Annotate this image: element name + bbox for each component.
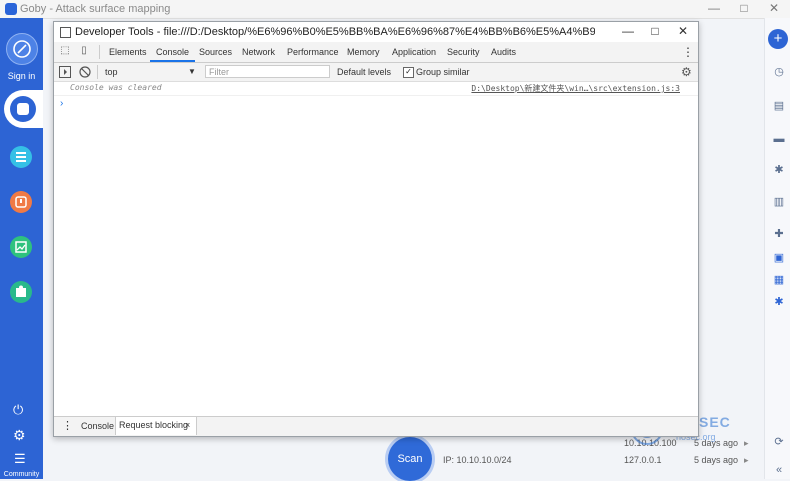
tab-elements[interactable]: Elements bbox=[109, 42, 147, 62]
close-icon[interactable]: × bbox=[185, 417, 190, 434]
sidebar-item-scan-tab[interactable] bbox=[4, 90, 43, 128]
host-time: 5 days ago bbox=[694, 455, 739, 465]
context-value: top bbox=[105, 67, 118, 77]
group-similar-label[interactable]: Group similar bbox=[416, 64, 470, 80]
group-similar-checkbox[interactable]: ✓ bbox=[403, 67, 414, 78]
drawer-tab-console[interactable]: Console bbox=[76, 418, 119, 435]
tab-console[interactable]: Console bbox=[150, 42, 196, 62]
tab-network[interactable]: Network bbox=[242, 42, 275, 62]
left-sidebar: Sign in ⏻ ⚙ ☰ Community bbox=[0, 18, 43, 479]
context-selector[interactable]: top ▼ bbox=[102, 64, 197, 80]
app-title: Goby - Attack surface mapping bbox=[20, 3, 171, 15]
menu-icon[interactable]: ☰ bbox=[14, 451, 26, 467]
devtools-titlebar: Developer Tools - file:///D:/Desktop/%E6… bbox=[54, 22, 698, 42]
book-icon[interactable]: ▣ bbox=[771, 252, 787, 264]
device-toolbar-icon[interactable]: ▯ bbox=[79, 46, 89, 56]
sidebar-item-reports[interactable] bbox=[10, 236, 32, 258]
console-source-link[interactable]: D:\Desktop\新建文件夹\win…\src\extension.js:3 bbox=[471, 83, 680, 94]
chevron-down-icon: ▼ bbox=[188, 67, 196, 76]
refresh-icon[interactable]: ⟳ bbox=[771, 436, 787, 448]
app-titlebar: Goby - Attack surface mapping — □ ✕ bbox=[0, 0, 790, 19]
puzzle-icon bbox=[16, 285, 26, 297]
vuln-bug-icon[interactable]: ✱ bbox=[771, 296, 787, 308]
window-close-button[interactable]: ✕ bbox=[766, 1, 782, 17]
console-toolbar: top ▼ Filter Default levels ▼ ✓ Group si… bbox=[54, 63, 698, 82]
devtools-window: Developer Tools - file:///D:/Desktop/%E6… bbox=[53, 21, 699, 437]
window-minimize-button[interactable]: — bbox=[706, 1, 722, 17]
log-levels-label: Default levels bbox=[337, 67, 392, 77]
community-label[interactable]: Community bbox=[0, 471, 43, 478]
host-chevron-icon[interactable]: ▸ bbox=[744, 438, 749, 449]
add-task-button[interactable]: + bbox=[768, 29, 788, 49]
console-prompt-icon[interactable]: › bbox=[60, 98, 63, 109]
sidebar-item-vulnerabilities[interactable] bbox=[10, 191, 32, 213]
ip-range-label: IP: 10.10.10.0/24 bbox=[443, 455, 512, 465]
devtools-maximize-button[interactable]: □ bbox=[647, 24, 663, 40]
tab-application[interactable]: Application bbox=[392, 42, 436, 62]
monitor-icon[interactable]: ▬ bbox=[771, 133, 787, 145]
sign-in-avatar-icon[interactable] bbox=[6, 33, 38, 65]
scan-button[interactable]: Scan bbox=[388, 437, 432, 481]
target-icon bbox=[17, 103, 29, 115]
console-message-text: Console was cleared bbox=[70, 83, 162, 92]
card-icon[interactable]: ▦ bbox=[771, 274, 787, 286]
drawer-tab-request-blocking[interactable]: Request blocking × bbox=[115, 417, 197, 435]
tab-divider bbox=[99, 45, 100, 59]
power-icon[interactable]: ⏻ bbox=[13, 402, 23, 418]
history-clock-icon[interactable]: ◷ bbox=[771, 66, 787, 78]
clear-console-icon[interactable] bbox=[79, 64, 91, 80]
goby-logo-icon bbox=[5, 3, 17, 15]
collapse-chevron-icon[interactable]: « bbox=[771, 464, 787, 476]
drawer-menu-icon[interactable]: ⋮ bbox=[62, 418, 73, 435]
tab-security[interactable]: Security bbox=[447, 42, 480, 62]
devtools-minimize-button[interactable]: — bbox=[620, 24, 636, 40]
list-icon bbox=[16, 152, 26, 162]
tab-memory[interactable]: Memory bbox=[347, 42, 380, 62]
log-levels-dropdown[interactable]: Default levels ▼ bbox=[337, 64, 411, 80]
console-settings-gear-icon[interactable]: ⚙ bbox=[681, 64, 692, 80]
console-output[interactable]: Console was cleared D:\Desktop\新建文件夹\win… bbox=[54, 82, 698, 414]
inspect-element-icon[interactable]: ⬚ bbox=[60, 46, 70, 56]
console-filter-input[interactable]: Filter bbox=[205, 65, 330, 78]
window-maximize-button[interactable]: □ bbox=[736, 1, 752, 17]
console-message-row: Console was cleared D:\Desktop\新建文件夹\win… bbox=[54, 82, 698, 96]
right-toolbar: + ◷ ▤ ▬ ✱ ▥ ✚ ▣ ▦ ✱ ⟳ « bbox=[764, 18, 790, 479]
devtools-window-icon bbox=[60, 27, 71, 38]
devtools-title: Developer Tools - file:///D:/Desktop/%E6… bbox=[75, 26, 595, 38]
devtools-tabbar: ⬚ ▯ Elements Console Sources Network Per… bbox=[54, 42, 698, 63]
sidebar-item-extensions[interactable] bbox=[10, 281, 32, 303]
drawer-tab-label: Request blocking bbox=[119, 420, 189, 430]
bar-chart-icon[interactable]: ▥ bbox=[771, 196, 787, 208]
sign-in-label[interactable]: Sign in bbox=[0, 71, 43, 81]
tab-sources[interactable]: Sources bbox=[199, 42, 232, 62]
sidebar-item-assets[interactable] bbox=[10, 146, 32, 168]
bug-icon[interactable]: ✱ bbox=[771, 164, 787, 176]
devtools-drawer: ⋮ Console Request blocking × bbox=[54, 416, 698, 436]
chart-icon bbox=[15, 241, 27, 253]
toolbar-divider bbox=[97, 65, 98, 79]
show-sidebar-icon[interactable] bbox=[59, 64, 71, 80]
more-options-icon[interactable]: ⋮ bbox=[682, 42, 694, 62]
host-ip: 127.0.0.1 bbox=[624, 455, 662, 465]
tab-audits[interactable]: Audits bbox=[491, 42, 516, 62]
tab-performance[interactable]: Performance bbox=[287, 42, 339, 62]
settings-gear-icon[interactable]: ⚙ bbox=[13, 427, 26, 444]
plugin-icon[interactable]: ✚ bbox=[771, 228, 787, 240]
document-icon[interactable]: ▤ bbox=[771, 100, 787, 112]
host-chevron-icon[interactable]: ▸ bbox=[744, 455, 749, 466]
alert-icon bbox=[15, 196, 27, 208]
devtools-close-button[interactable]: ✕ bbox=[675, 24, 691, 40]
